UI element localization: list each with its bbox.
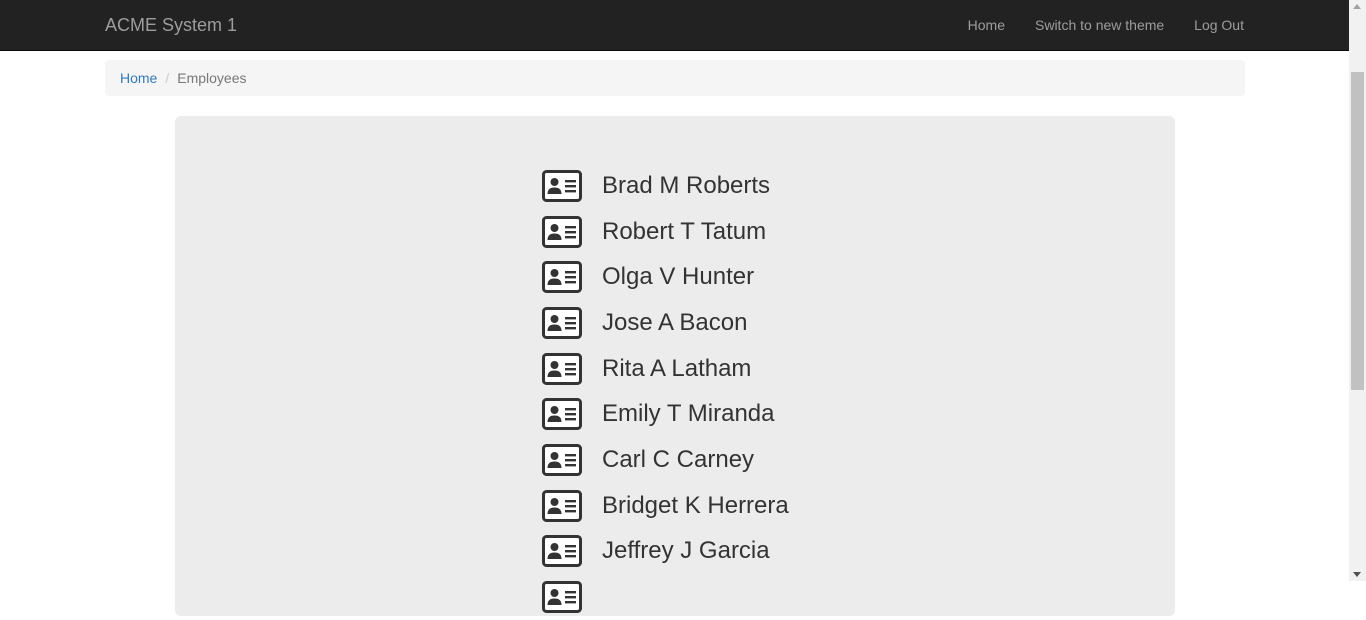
id-card-icon: [542, 535, 582, 568]
top-navbar: ACME System 1 Home Switch to new theme L…: [0, 0, 1349, 51]
vertical-scrollbar[interactable]: [1349, 0, 1366, 581]
id-card-icon: [542, 352, 582, 385]
employee-list-item[interactable]: Bridget K Herrera: [542, 483, 789, 529]
nav-logout-link[interactable]: Log Out: [1179, 0, 1244, 50]
id-card-icon: [542, 489, 582, 522]
employee-name[interactable]: Jose A Bacon: [602, 309, 747, 337]
employee-name[interactable]: Bridget K Herrera: [602, 492, 789, 520]
employee-list: Brad M Roberts Robert T Tatum Olga V Hunte…: [542, 163, 789, 620]
brand-link[interactable]: ACME System 1: [105, 14, 237, 36]
employee-name[interactable]: Brad M Roberts: [602, 172, 770, 200]
employee-list-item[interactable]: [542, 574, 789, 620]
nav-home-link[interactable]: Home: [953, 0, 1020, 50]
nav-links: Home Switch to new theme Log Out: [953, 0, 1244, 50]
employee-name[interactable]: Carl C Carney: [602, 446, 754, 474]
scroll-down-arrow-icon[interactable]: [1353, 572, 1361, 577]
id-card-icon: [542, 398, 582, 431]
scroll-up-arrow-icon[interactable]: [1353, 4, 1361, 9]
employee-list-item[interactable]: Emily T Miranda: [542, 391, 789, 437]
employee-panel: Brad M Roberts Robert T Tatum Olga V Hunte…: [175, 116, 1175, 616]
employee-list-item[interactable]: Olga V Hunter: [542, 254, 789, 300]
employee-name[interactable]: Olga V Hunter: [602, 263, 754, 291]
breadcrumb-current: Employees: [177, 70, 247, 86]
nav-switch-theme-link[interactable]: Switch to new theme: [1020, 0, 1179, 50]
scrollbar-thumb[interactable]: [1351, 72, 1364, 390]
id-card-icon: [542, 215, 582, 248]
employee-name[interactable]: Jeffrey J Garcia: [602, 537, 770, 565]
employee-list-item[interactable]: Jeffrey J Garcia: [542, 529, 789, 575]
id-card-icon: [542, 261, 582, 294]
employee-list-item[interactable]: Robert T Tatum: [542, 209, 789, 255]
employee-list-item[interactable]: Rita A Latham: [542, 346, 789, 392]
employee-name[interactable]: Robert T Tatum: [602, 218, 766, 246]
id-card-icon: [542, 169, 582, 202]
id-card-icon: [542, 306, 582, 339]
employee-list-item[interactable]: Brad M Roberts: [542, 163, 789, 209]
breadcrumb-separator: /: [165, 70, 170, 86]
employee-list-item[interactable]: Jose A Bacon: [542, 300, 789, 346]
breadcrumb: Home / Employees: [105, 60, 1245, 96]
id-card-icon: [542, 581, 582, 614]
employee-list-item[interactable]: Carl C Carney: [542, 437, 789, 483]
employee-name[interactable]: Emily T Miranda: [602, 400, 775, 428]
breadcrumb-home-link[interactable]: Home: [120, 70, 157, 86]
employee-name[interactable]: Rita A Latham: [602, 355, 751, 383]
id-card-icon: [542, 443, 582, 476]
